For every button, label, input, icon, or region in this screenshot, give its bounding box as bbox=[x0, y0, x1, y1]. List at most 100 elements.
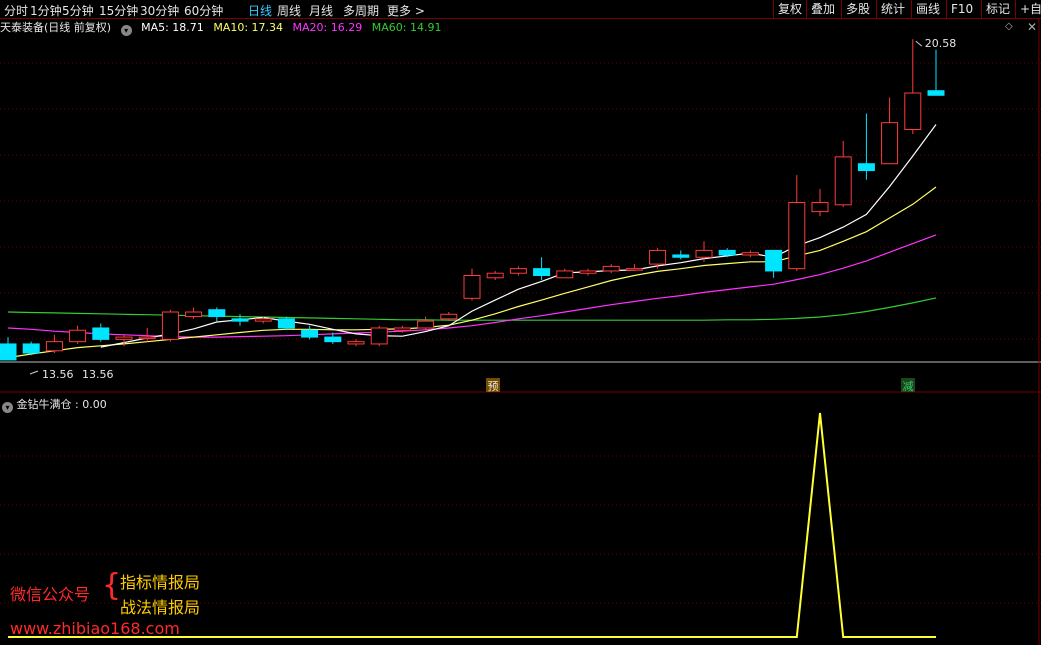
indicator-dropdown-icon[interactable]: ▾ bbox=[2, 402, 13, 413]
candle bbox=[741, 250, 759, 258]
candle bbox=[811, 188, 829, 217]
toolbar-button-4[interactable]: 画线 bbox=[911, 0, 944, 18]
tab-period-6[interactable]: 日线 bbox=[248, 2, 272, 19]
toolbar-button-5[interactable]: F10 bbox=[946, 0, 977, 18]
candle-body bbox=[440, 313, 458, 320]
candle-body bbox=[602, 265, 620, 272]
ma5-label: MA5: 18.71 bbox=[141, 21, 204, 34]
candle-body bbox=[857, 163, 875, 172]
tab-period-0[interactable]: 分时 bbox=[4, 2, 28, 19]
candle-body bbox=[92, 327, 110, 340]
tab-period-10[interactable]: 更多 > bbox=[387, 2, 425, 19]
low-label: 13.56 bbox=[42, 368, 74, 381]
low-label-dup: 13.56 bbox=[82, 368, 114, 381]
candle bbox=[92, 323, 110, 342]
candle-body bbox=[463, 275, 481, 299]
ma60-label: MA60: 14.91 bbox=[371, 21, 442, 34]
candle-body bbox=[347, 341, 365, 345]
watermark-left: 微信公众号 bbox=[10, 585, 91, 604]
candle-body bbox=[370, 327, 388, 345]
candle-body bbox=[927, 90, 945, 96]
candle-body bbox=[765, 249, 783, 272]
indicator-header: ▾ 金钻牛满仓 : 0.00 bbox=[2, 396, 107, 413]
toolbar-button-2[interactable]: 多股 bbox=[841, 0, 874, 18]
candle-body bbox=[579, 270, 597, 274]
candle-body bbox=[231, 318, 249, 322]
candle bbox=[695, 241, 713, 262]
candle-body bbox=[556, 270, 574, 279]
candle bbox=[904, 39, 922, 135]
candle-body bbox=[788, 202, 806, 270]
candle bbox=[45, 334, 63, 354]
watermark-url: www.zhibiao168.com bbox=[10, 619, 180, 638]
ma20-label: MA20: 16.29 bbox=[292, 21, 363, 34]
candle-body bbox=[695, 249, 713, 258]
candle-body bbox=[811, 202, 829, 213]
tab-period-7[interactable]: 周线 bbox=[277, 2, 301, 19]
candle bbox=[69, 325, 87, 344]
candle bbox=[765, 249, 783, 278]
candle bbox=[486, 270, 504, 281]
toolbar-button-7[interactable]: +自 bbox=[1015, 0, 1041, 18]
candle bbox=[533, 257, 551, 281]
candle bbox=[301, 325, 319, 340]
candle bbox=[556, 268, 574, 279]
close-icon[interactable]: ✕ bbox=[1027, 20, 1037, 34]
candle-body bbox=[393, 327, 411, 331]
candle bbox=[788, 175, 806, 271]
low-pointer bbox=[29, 370, 39, 375]
candle bbox=[370, 325, 388, 347]
candle-body bbox=[254, 318, 272, 322]
candle-body bbox=[208, 309, 226, 318]
toolbar-button-1[interactable]: 叠加 bbox=[806, 0, 839, 18]
candle-body bbox=[138, 336, 156, 340]
candle bbox=[672, 250, 690, 260]
candle-body bbox=[0, 343, 17, 361]
kline-chart[interactable]: 20.58 13.56 13.56 预 减 bbox=[0, 0, 1041, 645]
candle-body bbox=[881, 122, 899, 165]
candle bbox=[834, 140, 852, 208]
tab-period-2[interactable]: 5分钟 bbox=[62, 2, 94, 19]
diamond-icon[interactable]: ◇ bbox=[1005, 21, 1013, 32]
candle-body bbox=[672, 254, 690, 258]
candle-body bbox=[509, 268, 527, 274]
candle bbox=[185, 307, 203, 319]
ma60-line bbox=[7, 297, 937, 321]
candle bbox=[625, 264, 643, 271]
candle-body bbox=[161, 311, 179, 340]
indicator-name: 金钻牛满仓 bbox=[16, 398, 72, 411]
candle-body bbox=[649, 249, 667, 265]
candle-body bbox=[718, 249, 736, 256]
toolbar-button-3[interactable]: 统计 bbox=[876, 0, 909, 18]
candle-body bbox=[69, 329, 87, 343]
candle bbox=[509, 266, 527, 276]
watermark-brace: { bbox=[102, 568, 122, 603]
candle bbox=[0, 337, 17, 361]
tab-period-3[interactable]: 15分钟 bbox=[99, 2, 138, 19]
stock-title: 天泰装备(日线 前复权) bbox=[0, 21, 112, 34]
candle bbox=[417, 316, 435, 331]
candle-body bbox=[22, 343, 40, 354]
candle-body bbox=[185, 311, 203, 318]
marker-yu: 预 bbox=[488, 380, 499, 393]
candle bbox=[208, 307, 226, 322]
candle-body bbox=[301, 329, 319, 338]
tab-period-4[interactable]: 30分钟 bbox=[140, 2, 179, 19]
high-pointer bbox=[915, 40, 923, 47]
candle-body bbox=[625, 268, 643, 271]
dropdown-icon[interactable]: ▾ bbox=[120, 25, 132, 36]
candle bbox=[718, 248, 736, 258]
candle-body bbox=[115, 336, 133, 340]
high-label: 20.58 bbox=[925, 37, 957, 50]
tab-period-1[interactable]: 1分钟 bbox=[30, 2, 62, 19]
toolbar-button-0[interactable]: 复权 bbox=[773, 0, 806, 18]
toolbar-button-6[interactable]: 标记 bbox=[981, 0, 1014, 18]
candle-body bbox=[533, 268, 551, 276]
candle-body bbox=[45, 341, 63, 352]
candle-body bbox=[277, 318, 295, 329]
tab-period-5[interactable]: 60分钟 bbox=[184, 2, 223, 19]
candle bbox=[602, 264, 620, 274]
candle bbox=[22, 341, 40, 356]
tab-period-9[interactable]: 多周期 bbox=[343, 2, 379, 19]
tab-period-8[interactable]: 月线 bbox=[309, 2, 333, 19]
